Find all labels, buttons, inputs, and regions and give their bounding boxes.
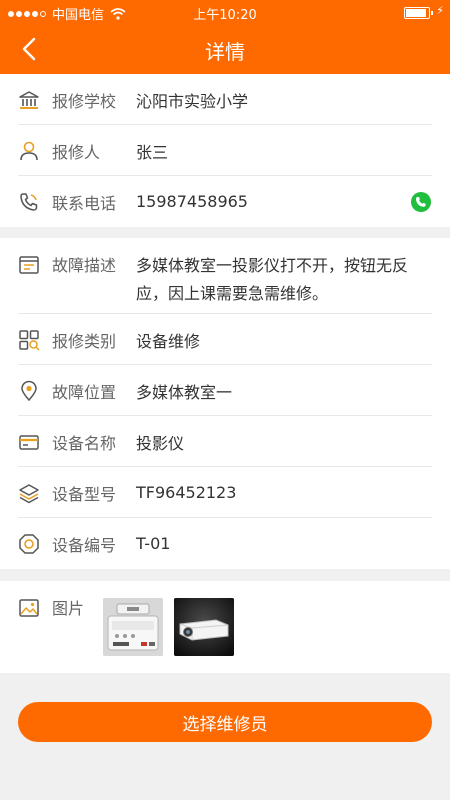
photos-section: 图片 bbox=[0, 581, 450, 673]
device-number-row: 设备编号 T-01 bbox=[0, 518, 450, 569]
projector-photo bbox=[174, 598, 234, 656]
description-value: 多媒体教室一投影仪打不开，按钮无反应，因上课需要急需维修。 bbox=[136, 256, 409, 303]
layers-icon bbox=[19, 483, 39, 503]
control-panel-photo bbox=[103, 598, 163, 656]
call-icon bbox=[416, 196, 426, 207]
photo-thumbnail-2[interactable] bbox=[174, 598, 234, 656]
photos-label: 图片 bbox=[52, 599, 85, 618]
header-bar: 中国电信 上午10:20 ⚡ 详情 bbox=[0, 0, 450, 74]
device-name-row: 设备名称 投影仪 bbox=[0, 416, 450, 467]
page-title: 详情 bbox=[205, 40, 245, 64]
device-model-value: TF96452123 bbox=[136, 483, 237, 502]
document-icon bbox=[19, 256, 39, 274]
photo-thumbnail-1[interactable] bbox=[103, 598, 163, 656]
school-label: 报修学校 bbox=[52, 91, 117, 111]
status-bar: 中国电信 上午10:20 ⚡ bbox=[0, 0, 450, 24]
type-row: 报修类别 设备维修 bbox=[0, 314, 450, 365]
photos-row: 图片 bbox=[0, 581, 450, 673]
description-label: 故障描述 bbox=[52, 256, 117, 275]
fault-section: 故障描述 多媒体教室一投影仪打不开，按钮无反应，因上课需要急需维修。 报修类别 … bbox=[0, 238, 450, 569]
school-row: 报修学校 沁阳市实验小学 bbox=[0, 74, 450, 125]
phone-label: 联系电话 bbox=[52, 193, 117, 213]
device-number-label: 设备编号 bbox=[52, 535, 117, 555]
select-repairman-button[interactable]: 选择维修员 bbox=[18, 702, 432, 742]
phone-row: 联系电话 15987458965 bbox=[0, 176, 450, 227]
user-icon bbox=[20, 141, 38, 160]
person-row: 报修人 张三 bbox=[0, 125, 450, 176]
device-name-label: 设备名称 bbox=[52, 433, 117, 453]
status-time: 上午10:20 bbox=[193, 8, 257, 23]
serial-tag-icon bbox=[19, 533, 39, 554]
location-label: 故障位置 bbox=[52, 382, 117, 402]
reporter-section: 报修学校 沁阳市实验小学 报修人 张三 联系电话 15987458965 bbox=[0, 74, 450, 227]
call-button[interactable] bbox=[411, 191, 431, 212]
location-pin-icon bbox=[21, 380, 37, 401]
location-value: 多媒体教室一 bbox=[136, 382, 233, 402]
type-label: 报修类别 bbox=[52, 331, 117, 351]
device-number-value: T-01 bbox=[136, 534, 171, 553]
type-value: 设备维修 bbox=[136, 331, 201, 351]
phone-value: 15987458965 bbox=[136, 192, 248, 211]
category-icon bbox=[19, 329, 40, 351]
school-value: 沁阳市实验小学 bbox=[136, 91, 249, 111]
device-model-row: 设备型号 TF96452123 bbox=[0, 467, 450, 518]
description-row: 故障描述 多媒体教室一投影仪打不开，按钮无反应，因上课需要急需维修。 bbox=[0, 238, 450, 314]
device-name-value: 投影仪 bbox=[136, 433, 185, 453]
phone-icon bbox=[20, 192, 38, 211]
device-card-icon bbox=[19, 434, 39, 450]
image-icon bbox=[19, 599, 39, 617]
battery-icon bbox=[404, 7, 433, 19]
location-row: 故障位置 多媒体教室一 bbox=[0, 365, 450, 416]
person-value: 张三 bbox=[136, 142, 169, 162]
person-label: 报修人 bbox=[52, 142, 101, 162]
device-model-label: 设备型号 bbox=[52, 484, 117, 504]
bank-icon bbox=[19, 90, 39, 109]
charging-icon: ⚡ bbox=[436, 4, 444, 17]
